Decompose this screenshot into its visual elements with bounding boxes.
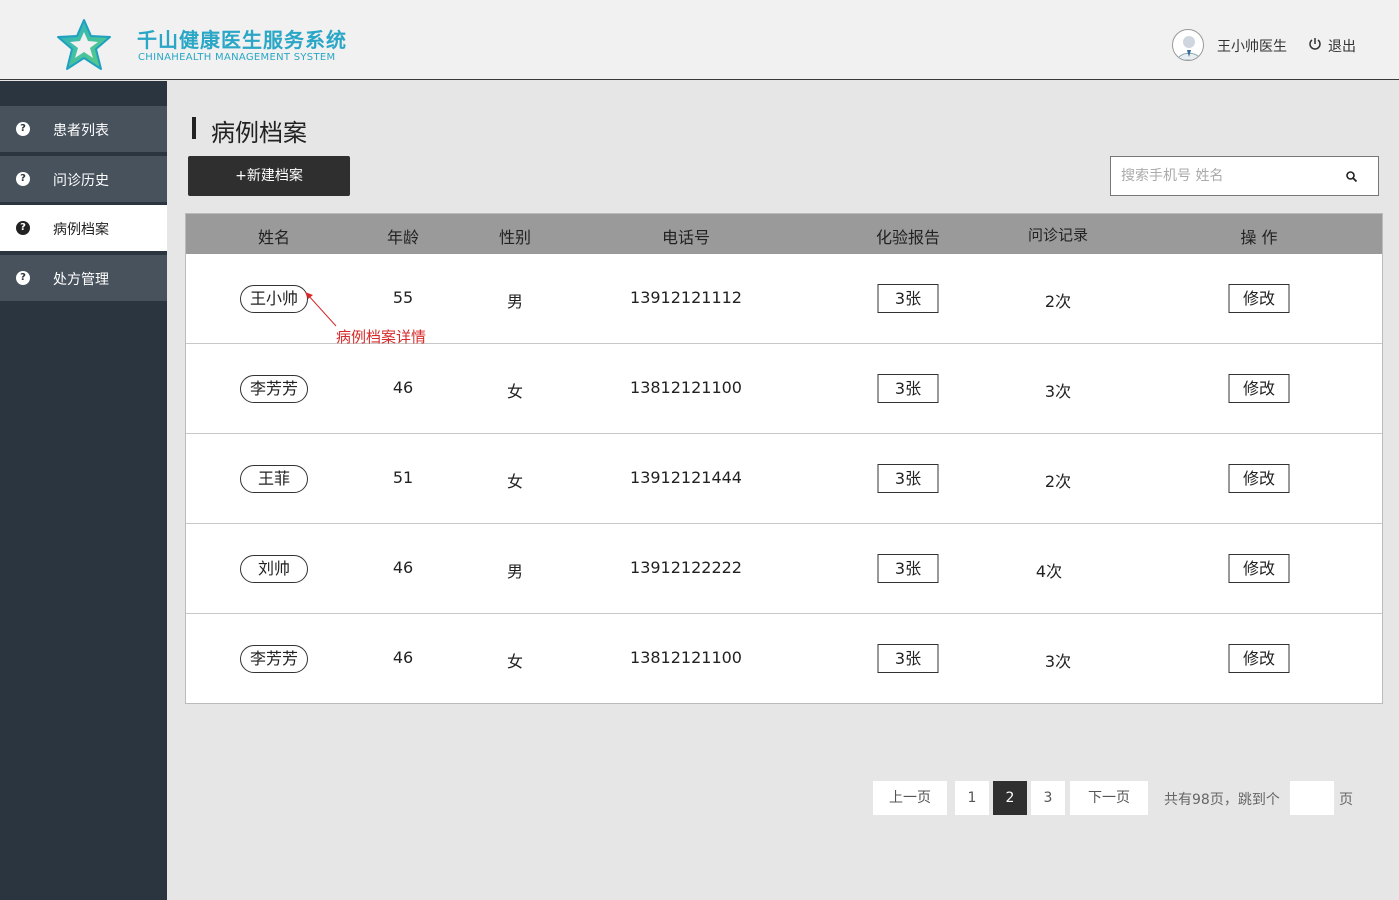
sidebar: ? 患者列表 ? 问诊历史 ? 病例档案 ? 处方管理 bbox=[0, 81, 167, 900]
edit-button[interactable]: 修改 bbox=[1228, 284, 1290, 313]
page-button-3[interactable]: 3 bbox=[1031, 781, 1065, 815]
star-logo-icon bbox=[57, 19, 111, 70]
age-cell: 46 bbox=[392, 558, 414, 577]
sidebar-item-patient-list[interactable]: ? 患者列表 bbox=[0, 106, 167, 152]
lab-report-button[interactable]: 3张 bbox=[877, 374, 939, 403]
sidebar-item-prescription-management[interactable]: ? 处方管理 bbox=[0, 255, 167, 301]
gender-cell: 女 bbox=[506, 472, 524, 491]
patient-name-link[interactable]: 李芳芳 bbox=[240, 375, 308, 403]
new-archive-button[interactable]: +新建档案 bbox=[188, 156, 350, 196]
header-action: 操 作 bbox=[1240, 228, 1278, 247]
sidebar-item-label: 患者列表 bbox=[53, 123, 109, 139]
gender-cell: 女 bbox=[506, 652, 524, 671]
edit-button[interactable]: 修改 bbox=[1228, 464, 1290, 493]
phone-cell: 13812121100 bbox=[630, 648, 742, 667]
page-suffix-text: 页 bbox=[1339, 792, 1353, 808]
header-lab-report: 化验报告 bbox=[875, 228, 941, 247]
doctor-avatar-icon bbox=[1177, 36, 1201, 60]
top-header: 千山健康医生服务系统 CHINAHEALTH MANAGEMENT SYSTEM… bbox=[0, 0, 1399, 80]
table-row: 李芳芳 46 女 13812121100 3张 3次 修改 bbox=[186, 614, 1382, 704]
jump-page-input[interactable] bbox=[1290, 781, 1334, 815]
sidebar-item-case-archive[interactable]: ? 病例档案 bbox=[0, 205, 167, 251]
search-icon[interactable] bbox=[1344, 169, 1360, 185]
patient-name-link[interactable]: 王小帅 bbox=[240, 285, 308, 313]
gender-cell: 男 bbox=[506, 292, 524, 311]
patient-name-link[interactable]: 王菲 bbox=[240, 465, 308, 493]
table-row: 王小帅 55 男 13912121112 3张 2次 修改 病例档案详情 bbox=[186, 254, 1382, 346]
total-pages-text: 共有98页，跳到个 bbox=[1164, 792, 1280, 808]
age-cell: 46 bbox=[392, 648, 414, 667]
page-title: 病例档案 bbox=[211, 119, 307, 147]
age-cell: 55 bbox=[392, 288, 414, 307]
header-name: 姓名 bbox=[257, 228, 291, 247]
table-header: 姓名 年龄 性别 电话号 化验报告 问诊记录 操 作 bbox=[186, 214, 1382, 254]
sidebar-item-label: 问诊历史 bbox=[53, 173, 109, 189]
visit-count-cell: 3次 bbox=[1044, 382, 1072, 401]
case-table: 姓名 年龄 性别 电话号 化验报告 问诊记录 操 作 王小帅 55 男 1391… bbox=[185, 213, 1383, 704]
patient-name-link[interactable]: 刘帅 bbox=[240, 555, 308, 583]
power-icon[interactable] bbox=[1307, 36, 1323, 52]
table-row: 刘帅 46 男 13912122222 3张 4次 修改 bbox=[186, 524, 1382, 614]
patient-name-link[interactable]: 李芳芳 bbox=[240, 645, 308, 673]
age-cell: 46 bbox=[392, 378, 414, 397]
sidebar-item-label: 处方管理 bbox=[53, 272, 109, 288]
brand-subtitle: CHINAHEALTH MANAGEMENT SYSTEM bbox=[138, 52, 336, 63]
table-row: 王菲 51 女 13912121444 3张 2次 修改 bbox=[186, 434, 1382, 524]
lab-report-button[interactable]: 3张 bbox=[877, 284, 939, 313]
user-avatar[interactable] bbox=[1172, 29, 1204, 61]
lab-report-button[interactable]: 3张 bbox=[877, 554, 939, 583]
edit-button[interactable]: 修改 bbox=[1228, 374, 1290, 403]
phone-cell: 13912121112 bbox=[630, 288, 742, 307]
help-circle-icon: ? bbox=[16, 122, 30, 136]
gender-cell: 女 bbox=[506, 382, 524, 401]
title-accent-bar bbox=[192, 117, 196, 139]
lab-report-button[interactable]: 3张 bbox=[877, 644, 939, 673]
header-visit-record: 问诊记录 bbox=[1027, 226, 1089, 244]
phone-cell: 13912121444 bbox=[630, 468, 742, 487]
visit-count-cell: 4次 bbox=[1035, 562, 1063, 581]
gender-cell: 男 bbox=[506, 562, 524, 581]
edit-button[interactable]: 修改 bbox=[1228, 644, 1290, 673]
header-gender: 性别 bbox=[498, 228, 532, 247]
prev-page-button[interactable]: 上一页 bbox=[873, 781, 947, 815]
sidebar-item-label: 病例档案 bbox=[53, 222, 109, 238]
phone-cell: 13912122222 bbox=[630, 558, 742, 577]
header-age: 年龄 bbox=[386, 228, 420, 247]
page-button-1[interactable]: 1 bbox=[955, 781, 989, 815]
help-circle-icon: ? bbox=[16, 172, 30, 186]
edit-button[interactable]: 修改 bbox=[1228, 554, 1290, 583]
user-name[interactable]: 王小帅医生 bbox=[1217, 36, 1287, 56]
brand-title: 千山健康医生服务系统 bbox=[137, 28, 347, 52]
help-circle-icon: ? bbox=[16, 271, 30, 285]
search-box bbox=[1110, 156, 1379, 196]
phone-cell: 13812121100 bbox=[630, 378, 742, 397]
page-button-2-current[interactable]: 2 bbox=[993, 781, 1027, 815]
age-cell: 51 bbox=[392, 468, 414, 487]
visit-count-cell: 2次 bbox=[1044, 472, 1072, 491]
search-input[interactable] bbox=[1121, 165, 1336, 187]
next-page-button[interactable]: 下一页 bbox=[1070, 781, 1148, 815]
help-circle-icon: ? bbox=[16, 221, 30, 235]
logout-link[interactable]: 退出 bbox=[1328, 36, 1356, 56]
header-phone: 电话号 bbox=[661, 228, 711, 247]
visit-count-cell: 3次 bbox=[1044, 652, 1072, 671]
lab-report-button[interactable]: 3张 bbox=[877, 464, 939, 493]
table-row: 李芳芳 46 女 13812121100 3张 3次 修改 bbox=[186, 344, 1382, 434]
visit-count-cell: 2次 bbox=[1044, 292, 1072, 311]
sidebar-item-consultation-history[interactable]: ? 问诊历史 bbox=[0, 156, 167, 202]
